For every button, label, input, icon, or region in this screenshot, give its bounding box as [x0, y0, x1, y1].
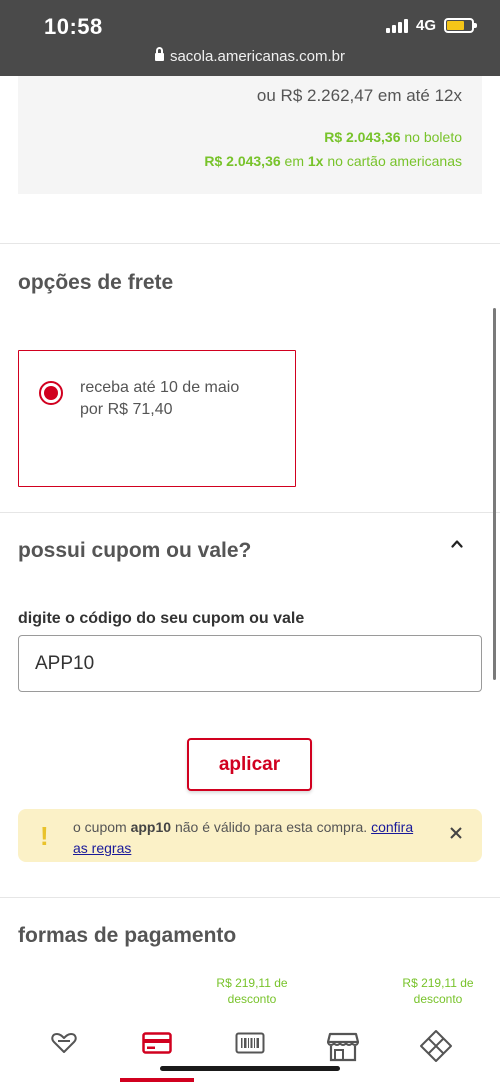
- shipping-title: opções de frete: [18, 271, 174, 294]
- card-mid: em: [280, 153, 308, 169]
- coupon-alert: ! o cupom app10 não é válido para esta c…: [18, 809, 482, 862]
- card-value: R$ 2.043,36: [204, 153, 281, 169]
- shipping-option-text: receba até 10 de maio por R$ 71,40: [80, 377, 239, 421]
- alert-code: app10: [130, 819, 172, 835]
- coupon-field-label: digite o código do seu cupom ou vale: [18, 610, 305, 627]
- nav-active-indicator: [120, 1078, 194, 1082]
- discount-amount: R$ 219,11 de: [216, 976, 288, 990]
- scrollbar[interactable]: [493, 308, 496, 680]
- warning-icon: !: [40, 821, 49, 851]
- nav-favorites[interactable]: [34, 1032, 94, 1072]
- nav-pix[interactable]: [406, 1030, 466, 1072]
- boleto-suffix: no boleto: [400, 129, 462, 145]
- status-bar: 10:58 4G sacola.americanas.com.br: [0, 0, 500, 76]
- payment-title: formas de pagamento: [18, 924, 237, 947]
- credit-card-icon: [142, 1032, 172, 1054]
- status-time: 10:58: [44, 14, 103, 39]
- coupon-input[interactable]: [18, 635, 482, 692]
- url-text: sacola.americanas.com.br: [169, 48, 346, 65]
- home-indicator: [160, 1066, 340, 1071]
- divider: [0, 512, 500, 513]
- chevron-up-icon[interactable]: [451, 538, 463, 550]
- shipping-option[interactable]: receba até 10 de maio por R$ 71,40: [18, 350, 296, 487]
- price-summary: ou R$ 2.262,47 em até 12x R$ 2.043,36 no…: [18, 76, 482, 194]
- status-indicators: 4G: [385, 17, 477, 34]
- signal-icon: [385, 18, 408, 33]
- installments-text: ou R$ 2.262,47 em até 12x: [256, 86, 462, 105]
- boleto-value: R$ 2.043,36: [324, 129, 401, 145]
- divider: [0, 897, 500, 898]
- divider: [0, 243, 500, 244]
- card-times: 1x: [307, 153, 324, 169]
- discount-label: R$ 219,11 de desconto: [390, 975, 486, 1007]
- apply-coupon-button[interactable]: aplicar: [187, 738, 312, 791]
- lock-icon: [154, 47, 164, 61]
- close-icon[interactable]: [449, 826, 463, 840]
- shipping-date: receba até 10 de maio: [80, 379, 240, 396]
- barcode-icon: [235, 1032, 265, 1054]
- alert-message: o cupom app10 não é válido para esta com…: [73, 817, 418, 859]
- shipping-radio[interactable]: [39, 381, 63, 405]
- coupon-title: possui cupom ou vale?: [18, 539, 252, 562]
- card-price: R$ 2.043,36 em 1x no cartão americanas: [204, 153, 462, 169]
- favorites-icon: [51, 1033, 77, 1053]
- network-type: 4G: [415, 17, 436, 34]
- alert-prefix: o cupom: [73, 819, 131, 835]
- discount-word: desconto: [413, 992, 463, 1006]
- discount-label: R$ 219,11 de desconto: [204, 975, 300, 1007]
- pix-icon: [420, 1030, 452, 1062]
- discount-word: desconto: [227, 992, 277, 1006]
- boleto-price: R$ 2.043,36 no boleto: [324, 129, 462, 145]
- store-icon: [327, 1032, 359, 1062]
- card-suffix: no cartão americanas: [323, 153, 462, 169]
- address-bar[interactable]: sacola.americanas.com.br: [0, 47, 500, 65]
- alert-middle: não é válido para esta compra.: [171, 819, 372, 835]
- shipping-price: por R$ 71,40: [80, 401, 173, 418]
- discount-amount: R$ 219,11 de: [402, 976, 474, 990]
- bottom-nav: [0, 1020, 500, 1082]
- battery-icon: [444, 18, 477, 33]
